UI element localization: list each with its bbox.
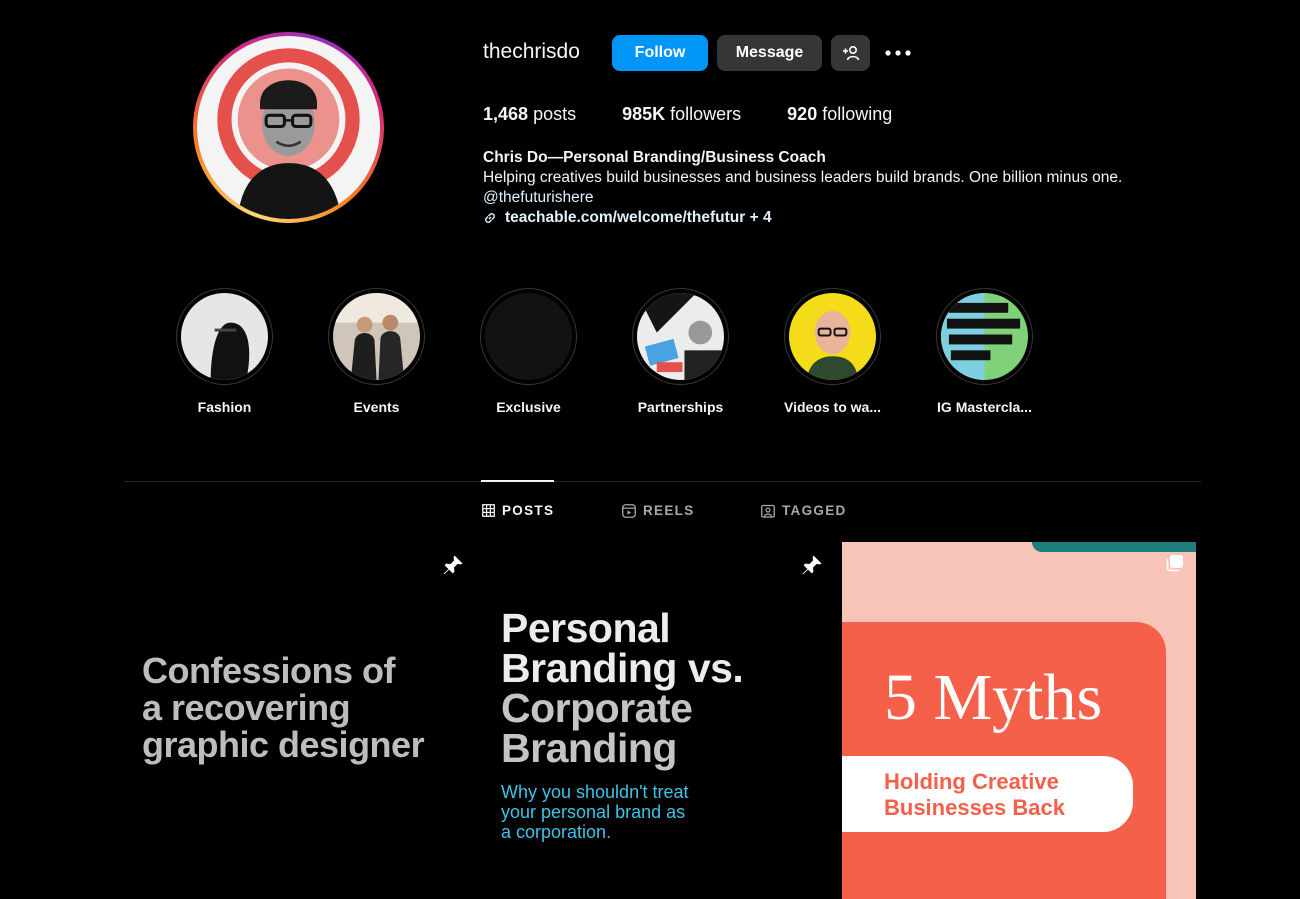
- tagged-icon: [761, 504, 775, 518]
- following-count: 920: [787, 104, 818, 124]
- post-text-line: Confessions of: [142, 650, 396, 691]
- highlight-ring: [784, 288, 881, 385]
- bio-external-link[interactable]: teachable.com/welcome/thefutur + 4: [483, 208, 1122, 228]
- followers-label: followers: [670, 104, 742, 124]
- post-subtitle-line: Why you shouldn't treat: [501, 782, 689, 802]
- post-text-line: a recovering: [142, 687, 351, 728]
- posts-stat: 1,468 posts: [483, 104, 576, 125]
- tab-posts-label: POSTS: [502, 503, 555, 518]
- bio-mention-link[interactable]: @thefuturishere: [483, 188, 1122, 208]
- profile-full-name: Chris Do—Personal Branding/Business Coac…: [483, 149, 826, 166]
- post-decor-band: [1032, 542, 1196, 552]
- followers-count: 985K: [622, 104, 666, 124]
- pin-icon: [443, 555, 463, 575]
- highlight-label: Exclusive: [496, 399, 561, 415]
- highlight-fashion[interactable]: Fashion: [176, 288, 328, 415]
- bio-link-text: teachable.com/welcome/thefutur + 4: [505, 209, 772, 226]
- add-person-icon: [842, 45, 859, 61]
- profile-stats: 1,468 posts 985K followers 920 following: [483, 104, 938, 125]
- post-title-line: Branding: [501, 725, 677, 771]
- post-tile[interactable]: Confessions of a recovering graphic desi…: [124, 542, 478, 899]
- highlight-partnerships[interactable]: Partnerships: [632, 288, 784, 415]
- highlight-ring: [632, 288, 729, 385]
- following-label: following: [822, 104, 893, 124]
- avatar-photo: [197, 36, 380, 219]
- bio-text: Helping creatives build businesses and b…: [483, 169, 1123, 186]
- highlight-videos[interactable]: Videos to wa...: [784, 288, 936, 415]
- highlight-ring: [936, 288, 1033, 385]
- highlight-events[interactable]: Events: [328, 288, 480, 415]
- post-title: 5 Myths: [884, 661, 1103, 734]
- post-title-line: Corporate: [501, 685, 693, 731]
- profile-username: thechrisdo: [483, 40, 580, 63]
- post-text-line: graphic designer: [142, 724, 425, 765]
- post-text: Confessions of a recovering graphic desi…: [142, 650, 425, 765]
- highlight-label: Partnerships: [637, 399, 724, 415]
- story-highlights: Fashion Events Exclusive Partnerships Vi…: [176, 288, 1088, 415]
- post-pill-line: Businesses Back: [884, 795, 1065, 820]
- highlight-exclusive[interactable]: Exclusive: [480, 288, 632, 415]
- post-title-line: Branding vs.: [501, 645, 744, 691]
- post-subtitle-line: your personal brand as: [501, 802, 686, 822]
- post-title-line: Personal: [501, 605, 671, 651]
- profile-avatar-story-ring[interactable]: [193, 32, 384, 223]
- post-title: Personal Branding vs. Corporate Branding: [501, 605, 744, 771]
- follow-button[interactable]: Follow: [612, 35, 708, 71]
- more-options-button[interactable]: [880, 35, 916, 71]
- link-icon: [485, 213, 495, 223]
- highlight-ring: [480, 288, 577, 385]
- tabs-divider: [124, 481, 1201, 482]
- highlight-ring: [176, 288, 273, 385]
- post-pill-text: Holding Creative Businesses Back: [884, 769, 1065, 821]
- highlight-label: Events: [353, 399, 400, 415]
- posts-label: posts: [533, 104, 577, 124]
- carousel-icon: [1166, 555, 1183, 572]
- exclusive-highlight-thumb: [485, 293, 572, 380]
- ig-masterclass-highlight-thumb: [941, 293, 1028, 380]
- followers-stat[interactable]: 985K followers: [622, 104, 741, 125]
- message-button[interactable]: Message: [717, 35, 822, 71]
- avatar[interactable]: [197, 36, 380, 219]
- highlight-label: IG Mastercla...: [937, 399, 1032, 415]
- highlight-label: Fashion: [197, 399, 252, 415]
- pin-icon: [802, 555, 822, 575]
- profile-bio: Chris Do—Personal Branding/Business Coac…: [483, 148, 1122, 228]
- videos-highlight-thumb: [789, 293, 876, 380]
- post-pill-line: Holding Creative: [884, 769, 1059, 794]
- tab-reels-label: REELS: [643, 503, 695, 518]
- tab-posts[interactable]: POSTS: [482, 503, 554, 518]
- following-stat[interactable]: 920 following: [787, 104, 892, 125]
- active-tab-indicator: [481, 480, 554, 482]
- post-tile[interactable]: Personal Branding vs. Corporate Branding…: [483, 542, 837, 899]
- grid-icon: [482, 504, 495, 517]
- events-highlight-thumb: [333, 293, 420, 380]
- highlight-label: Videos to wa...: [784, 399, 881, 415]
- fashion-highlight-thumb: [181, 293, 268, 380]
- post-tile[interactable]: 5 Myths Holding Creative Businesses Back: [842, 542, 1196, 899]
- tab-tagged[interactable]: TAGGED: [761, 503, 847, 518]
- highlight-ig-masterclass[interactable]: IG Mastercla...: [936, 288, 1088, 415]
- partnerships-highlight-thumb: [637, 293, 724, 380]
- post-subtitle: Why you shouldn't treat your personal br…: [501, 782, 689, 842]
- suggested-accounts-button[interactable]: [831, 35, 870, 71]
- posts-count: 1,468: [483, 104, 529, 124]
- highlight-ring: [328, 288, 425, 385]
- tab-tagged-label: TAGGED: [782, 503, 847, 518]
- tab-reels[interactable]: REELS: [622, 503, 695, 518]
- post-subtitle-line: a corporation.: [501, 822, 612, 842]
- reels-icon: [622, 503, 636, 518]
- more-dots-icon: [885, 50, 911, 56]
